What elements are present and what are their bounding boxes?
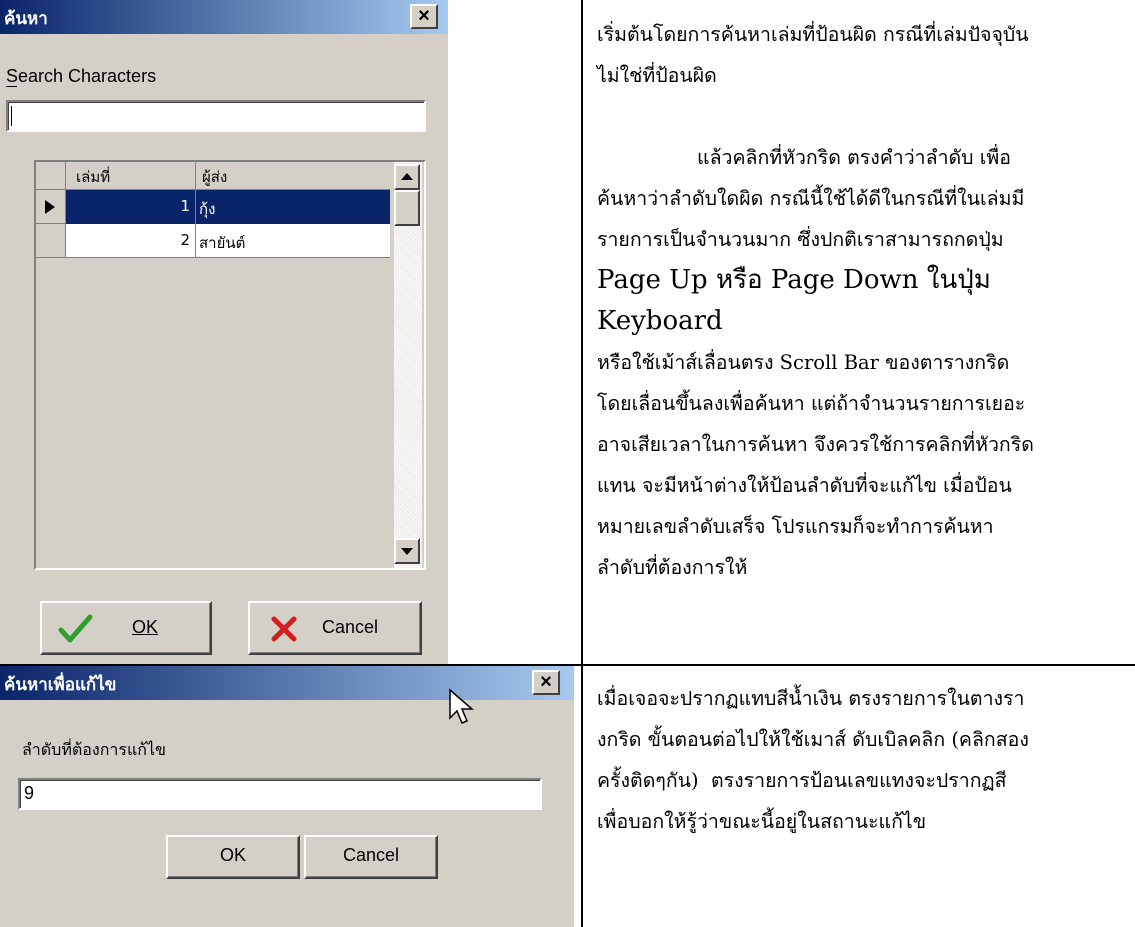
edit-field-label: ลำดับที่ต้องการแก้ไข [22,740,166,759]
row-indicator-empty[interactable] [36,224,66,258]
results-grid[interactable]: เล่มที่ ผู้ส่ง 1 กุ้ง 2 สายันต์ [34,160,426,570]
paragraph-line: แทน จะมีหน้าต่างให้ป้อนลำดับที่จะแก้ไข เ… [597,474,1012,497]
scrollbar-thumb[interactable] [394,190,420,226]
cancel-label: Cancel [322,617,379,637]
paragraph-line: แล้วคลิกที่หัวกริด ตรงคำว่าลำดับ เพื่อ [697,146,1011,169]
grid-cell-sender: สายันต์ [199,234,246,252]
grid-cell-volume: 1 [180,197,190,215]
paragraph-line: งกริด ขั้นตอนต่อไปให้ใช้เมาส์ ดับเบิลคลิ… [597,728,1029,751]
grid-header-sender[interactable]: ผู้ส่ง [196,162,390,190]
document-page: ค้นหา × Search Characters เล่มที่ ผู้ส่ง [0,0,1135,927]
grid-corner [36,162,66,190]
paragraph-line: ไม่ใช่ที่ป้อนผิด [597,64,717,87]
paragraph-line: รายการเป็นจำนวนมาก ซึ่งปกติเราสามารถกดปุ… [597,228,1004,251]
text-caret [11,106,12,126]
paragraph-line: โดยเลื่อนขึ้นลงเพื่อค้นหา แต่ถ้าจำนวนราย… [597,392,1026,415]
row-indicator-icon[interactable] [36,190,66,224]
grid-cell-volume: 2 [180,231,190,249]
table-row[interactable]: 1 กุ้ง [66,190,390,224]
instructions-top: เริ่มต้นโดยการค้นหาเล่มที่ป้อนผิด กรณีที… [583,14,1135,588]
sequence-input-value: 9 [24,783,35,803]
search-dialog: ค้นหา × Search Characters เล่มที่ ผู้ส่ง [0,0,448,664]
ok-label: OK [132,617,159,637]
edit-ok-button[interactable]: OK [166,835,300,879]
search-dialog-title: ค้นหา [4,9,48,29]
grid-cell-sender: กุ้ง [199,200,216,218]
search-label-underline [6,86,17,87]
edit-dialog-titlebar[interactable]: ค้นหาเพื่อแก้ไข × [0,666,574,700]
paragraph-line: อาจเสียเวลาในการค้นหา จึงควรใช้การคลิกที… [597,433,1034,456]
edit-dialog: ค้นหาเพื่อแก้ไข × ลำดับที่ต้องการแก้ไข 9… [0,666,574,927]
grid-vertical-scrollbar[interactable] [390,162,424,568]
paragraph-line: เพื่อบอกให้รู้ว่าขณะนี้อยู่ในสถานะแก้ไข [597,810,927,833]
instructions-bottom: เมื่อเจอจะปรากฏแทบสีน้ำเงิน ตรงรายการในต… [583,678,1135,842]
paragraph-spacer [597,96,1123,137]
cancel-x-icon [271,616,297,642]
paragraph-line: หรือใช้เม้าส์เลื่อนตรง Scroll Bar ของตาร… [597,351,1010,374]
edit-dialog-title: ค้นหาเพื่อแก้ไข [4,675,117,695]
sequence-input[interactable]: 9 [18,778,542,810]
paragraph-line: Page Up หรือ Page Down ในปุ่ม Keyboard [597,265,1000,336]
edit-cancel-button[interactable]: Cancel [304,835,438,879]
checkmark-icon [58,614,93,643]
paragraph-line: เริ่มต้นโดยการค้นหาเล่มที่ป้อนผิด กรณีที… [597,23,1029,46]
paragraph-line: หมายเลขลำดับเสร็จ โปรแกรมก็จะทำการค้นหา [597,515,994,538]
cancel-button[interactable]: Cancel [248,601,422,655]
table-row[interactable]: 2 สายันต์ [66,224,390,258]
paragraph-line: ครั้งติดๆกัน) ตรงรายการป้อนเลขแทงจะปรากฏ… [597,769,1007,792]
paragraph-line: เมื่อเจอจะปรากฏแทบสีน้ำเงิน ตรงรายการในต… [597,687,1025,710]
mouse-cursor-icon [449,688,475,724]
paragraph-line: ลำดับที่ต้องการให้ [597,556,748,579]
grid-header-volume[interactable]: เล่มที่ [66,162,196,190]
ok-button[interactable]: OK [40,601,212,655]
search-input[interactable] [6,100,426,132]
close-icon[interactable]: × [410,4,438,29]
paragraph-line: ค้นหาว่าลำดับใดผิด กรณีนี้ใช้ได้ดีในกรณี… [597,187,1025,210]
scroll-down-icon[interactable] [394,538,420,564]
search-dialog-titlebar[interactable]: ค้นหา × [0,0,448,34]
search-characters-label: Search Characters [6,66,157,86]
scroll-up-icon[interactable] [394,164,420,190]
close-icon[interactable]: × [532,670,560,695]
